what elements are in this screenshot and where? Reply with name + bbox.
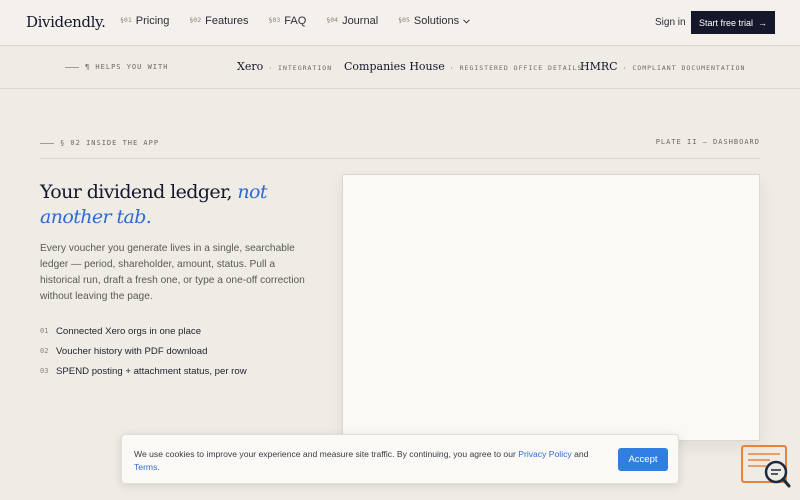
terms-link[interactable]: Terms — [134, 462, 157, 472]
section-label: § 02 INSIDE THE APP — [40, 139, 159, 147]
nav-link-number: §01 — [120, 16, 132, 24]
nav-link-number: §02 — [189, 16, 202, 24]
list-item: 02 Voucher history with PDF download — [40, 341, 247, 361]
section-description: Every voucher you generate lives in a si… — [40, 243, 305, 302]
nav-link-number: §04 — [326, 16, 339, 24]
nav-link-features[interactable]: §02 Features — [189, 15, 248, 27]
nav-link-number: §05 — [398, 16, 410, 24]
partner-desc: · INTEGRATION — [268, 64, 333, 72]
feature-number: 01 — [40, 327, 49, 335]
nav-link-label: Features — [205, 15, 249, 27]
cookie-text: We use cookies to improve your experienc… — [134, 449, 589, 472]
list-item: 03 SPEND posting + attachment status, pe… — [40, 361, 247, 381]
logo[interactable]: Dividendly. — [26, 13, 106, 31]
partner-name: Companies House — [344, 60, 445, 73]
start-free-trial-button[interactable]: Start free trial → — [691, 11, 775, 34]
section-divider — [40, 158, 760, 159]
chevron-down-icon — [463, 17, 471, 26]
top-navbar: Dividendly. §01 Pricing §02 Features §03… — [0, 0, 800, 46]
partner-hmrc: HMRC · COMPLIANT DOCUMENTATION — [580, 60, 745, 73]
helps-label: ¶ HELPS YOU WITH — [65, 63, 168, 71]
feature-text: Voucher history with PDF download — [56, 345, 208, 357]
feature-list: 01 Connected Xero orgs in one place 02 V… — [40, 321, 247, 381]
nav-link-faq[interactable]: §03 FAQ — [269, 15, 307, 27]
dashboard-preview-panel — [342, 174, 760, 441]
nav-link-label: Journal — [342, 15, 379, 27]
list-item: 01 Connected Xero orgs in one place — [40, 321, 247, 341]
nav-link-label: Pricing — [135, 15, 170, 27]
nav-link-number: §03 — [268, 16, 281, 24]
feature-text: SPEND posting + attachment status, per r… — [56, 365, 247, 377]
nav-link-label: Solutions — [413, 15, 460, 27]
feature-number: 03 — [40, 367, 49, 375]
sign-in-link[interactable]: Sign in — [655, 17, 686, 28]
arrow-right-icon: → — [758, 17, 768, 28]
partner-companies-house: Companies House · REGISTERED OFFICE DETA… — [344, 60, 582, 73]
partner-desc: · COMPLIANT DOCUMENTATION — [622, 64, 746, 72]
nav-link-label: FAQ — [284, 15, 307, 27]
plate-label: PLATE II — DASHBOARD — [655, 138, 760, 146]
partner-xero: Xero · INTEGRATION — [237, 60, 332, 73]
nav-link-pricing[interactable]: §01 Pricing — [120, 15, 169, 27]
feature-text: Connected Xero orgs in one place — [56, 325, 202, 337]
nav-link-journal[interactable]: §04 Journal — [326, 15, 378, 27]
cta-label: Start free trial — [698, 17, 754, 28]
cookie-banner: We use cookies to improve your experienc… — [121, 434, 679, 484]
partner-desc: · REGISTERED OFFICE DETAILS — [449, 64, 583, 72]
privacy-policy-link[interactable]: Privacy Policy — [518, 449, 571, 459]
partner-name: HMRC — [580, 60, 618, 73]
chat-search-icon[interactable] — [740, 444, 792, 490]
section-heading: Your dividend ledger, not another tab. — [40, 181, 267, 228]
feature-number: 02 — [40, 347, 49, 355]
accept-cookies-button[interactable]: Accept — [618, 448, 668, 471]
nav-link-solutions[interactable]: §05 Solutions — [398, 15, 471, 27]
nav-links: §01 Pricing §02 Features §03 FAQ §04 Jou… — [120, 15, 490, 27]
partner-name: Xero — [237, 60, 264, 73]
